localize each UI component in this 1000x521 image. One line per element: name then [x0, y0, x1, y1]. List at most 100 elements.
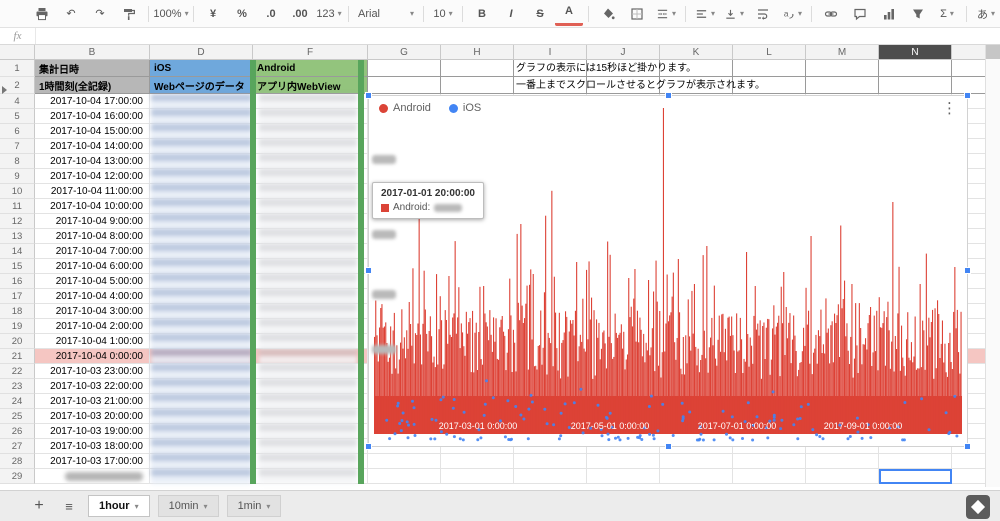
cell-B22[interactable]: 2017-10-03 23:00:00	[35, 364, 150, 379]
column-header-M[interactable]: M	[806, 45, 879, 60]
cell-B6[interactable]: 2017-10-04 15:00:00	[35, 124, 150, 139]
input-method-button[interactable]: あ	[972, 3, 1000, 25]
row-header-26[interactable]: 26	[0, 424, 35, 439]
cell-B12[interactable]: 2017-10-04 9:00:00	[35, 214, 150, 229]
row-header-25[interactable]: 25	[0, 409, 35, 424]
cell-N28[interactable]	[879, 454, 952, 469]
cell-B11[interactable]: 2017-10-04 10:00:00	[35, 199, 150, 214]
print-button[interactable]	[28, 3, 56, 25]
chart-resize-handle[interactable]	[665, 92, 672, 99]
cell-M28[interactable]	[806, 454, 879, 469]
sheet-tab-10min[interactable]: 10min	[157, 495, 219, 517]
currency-format-button[interactable]: ¥	[199, 3, 227, 25]
row-header-17[interactable]: 17	[0, 289, 35, 304]
insert-chart-button[interactable]	[875, 3, 903, 25]
cell-B21[interactable]: 2017-10-04 0:00:00	[35, 349, 150, 364]
cell-F1[interactable]: Android	[253, 60, 368, 77]
column-header-N[interactable]: N	[879, 45, 952, 60]
column-header-J[interactable]: J	[587, 45, 660, 60]
column-header-D[interactable]: D	[150, 45, 253, 60]
vertical-align-button[interactable]	[720, 3, 748, 25]
row-header-18[interactable]: 18	[0, 304, 35, 319]
column-header-G[interactable]: G	[368, 45, 441, 60]
insert-comment-button[interactable]	[846, 3, 874, 25]
scrollbar-thumb[interactable]	[986, 45, 1000, 59]
cell-F2[interactable]: アプリ内WebView	[253, 77, 368, 94]
cell-K29[interactable]	[660, 469, 733, 484]
fill-color-button[interactable]	[594, 3, 622, 25]
column-header-L[interactable]: L	[733, 45, 806, 60]
chart-resize-handle[interactable]	[365, 443, 372, 450]
cell-B4[interactable]: 2017-10-04 17:00:00	[35, 94, 150, 109]
legend-item-ios[interactable]: iOS	[448, 102, 481, 114]
cell-M29[interactable]	[806, 469, 879, 484]
row-header-24[interactable]: 24	[0, 394, 35, 409]
cell-M1[interactable]	[806, 60, 879, 77]
cell-B13[interactable]: 2017-10-04 8:00:00	[35, 229, 150, 244]
horizontal-align-button[interactable]	[691, 3, 719, 25]
cell-B24[interactable]: 2017-10-03 21:00:00	[35, 394, 150, 409]
cell-B18[interactable]: 2017-10-04 3:00:00	[35, 304, 150, 319]
cell-B14[interactable]: 2017-10-04 7:00:00	[35, 244, 150, 259]
chart-resize-handle[interactable]	[665, 443, 672, 450]
number-format-select[interactable]: 123	[315, 3, 343, 25]
chart-resize-handle[interactable]	[365, 267, 372, 274]
cell-B5[interactable]: 2017-10-04 16:00:00	[35, 109, 150, 124]
legend-item-android[interactable]: Android	[379, 102, 431, 114]
chart-resize-handle[interactable]	[365, 92, 372, 99]
cell-B16[interactable]: 2017-10-04 5:00:00	[35, 274, 150, 289]
italic-button[interactable]: I	[497, 3, 525, 25]
row-header-29[interactable]: 29	[0, 469, 35, 484]
cell-K28[interactable]	[660, 454, 733, 469]
text-rotation-button[interactable]: a	[778, 3, 806, 25]
cell-H1[interactable]	[441, 60, 514, 77]
font-size-select[interactable]: 10	[429, 3, 457, 25]
text-wrap-button[interactable]	[749, 3, 777, 25]
row-header-5[interactable]: 5	[0, 109, 35, 124]
cell-N2[interactable]	[879, 77, 952, 94]
column-header-I[interactable]: I	[514, 45, 587, 60]
cell-G2[interactable]	[368, 77, 441, 94]
cell-G1[interactable]	[368, 60, 441, 77]
cell-B27[interactable]: 2017-10-03 18:00:00	[35, 439, 150, 454]
cell-B9[interactable]: 2017-10-04 12:00:00	[35, 169, 150, 184]
cell-B28[interactable]: 2017-10-03 17:00:00	[35, 454, 150, 469]
formula-input[interactable]	[36, 28, 1000, 44]
cell-L29[interactable]	[733, 469, 806, 484]
row-header-13[interactable]: 13	[0, 229, 35, 244]
row-header-14[interactable]: 14	[0, 244, 35, 259]
cell-N1[interactable]	[879, 60, 952, 77]
column-header-K[interactable]: K	[660, 45, 733, 60]
cell-D2[interactable]: Webページのデータ	[150, 77, 253, 94]
cell-J28[interactable]	[587, 454, 660, 469]
text-color-button[interactable]: A	[555, 1, 583, 26]
chart-resize-handle[interactable]	[964, 443, 971, 450]
row-header-21[interactable]: 21	[0, 349, 35, 364]
chart-resize-handle[interactable]	[964, 92, 971, 99]
row-header-9[interactable]: 9	[0, 169, 35, 184]
cell-M2[interactable]	[806, 77, 879, 94]
undo-button[interactable]: ↶	[57, 3, 85, 25]
row-header-1[interactable]: 1	[0, 60, 35, 77]
embedded-chart[interactable]: 2017-03-01 0:00:00 2017-05-01 0:00:00 2017…	[365, 92, 971, 450]
hidden-row-indicator-icon[interactable]	[2, 86, 7, 94]
paint-format-button[interactable]	[115, 3, 143, 25]
cell-B29[interactable]	[35, 469, 150, 484]
percent-format-button[interactable]: %	[228, 3, 256, 25]
increase-decimal-button[interactable]: .00	[286, 3, 314, 25]
cell-G28[interactable]	[368, 454, 441, 469]
bold-button[interactable]: B	[468, 3, 496, 25]
cell-B23[interactable]: 2017-10-03 22:00:00	[35, 379, 150, 394]
chart-menu-kebab-icon[interactable]: ⋮	[937, 99, 962, 120]
cell-B19[interactable]: 2017-10-04 2:00:00	[35, 319, 150, 334]
cell-B26[interactable]: 2017-10-03 19:00:00	[35, 424, 150, 439]
cell-B15[interactable]: 2017-10-04 6:00:00	[35, 259, 150, 274]
zoom-select[interactable]: 100%	[153, 3, 188, 25]
cell-G29[interactable]	[368, 469, 441, 484]
row-header-15[interactable]: 15	[0, 259, 35, 274]
row-header-27[interactable]: 27	[0, 439, 35, 454]
borders-button[interactable]	[623, 3, 651, 25]
cell-B2[interactable]: 1時間刻(全記録)	[35, 77, 150, 94]
cell-J29[interactable]	[587, 469, 660, 484]
cell-B8[interactable]: 2017-10-04 13:00:00	[35, 154, 150, 169]
